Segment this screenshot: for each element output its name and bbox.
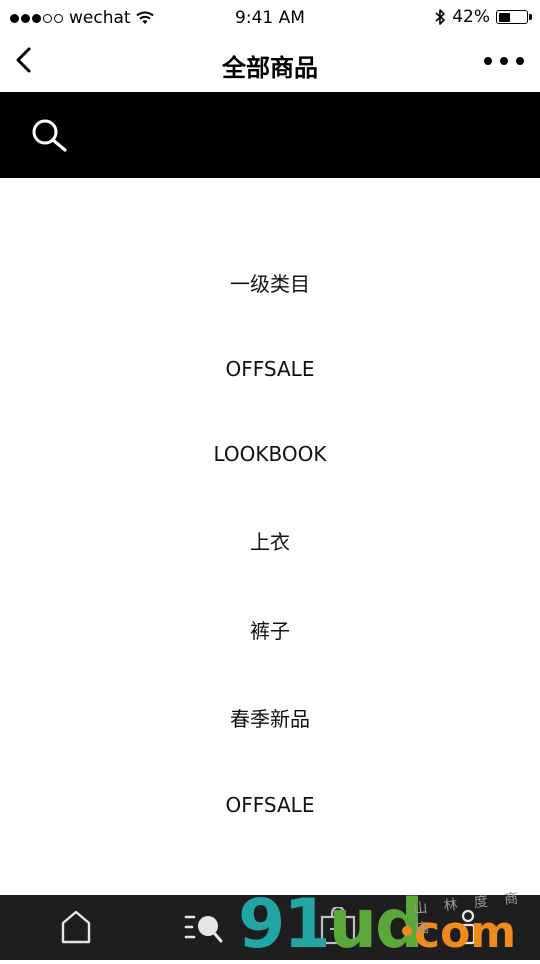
status-bar: wechat 9:41 AM 42% (0, 0, 540, 36)
tab-home[interactable] (54, 907, 98, 947)
category-search-icon (184, 915, 223, 943)
category-item-first-level[interactable]: 一级类目 (0, 264, 540, 304)
category-item-offsale[interactable]: OFFSALE (0, 349, 540, 389)
more-dot (484, 57, 492, 65)
status-right: 42% (435, 7, 532, 27)
user-icon (460, 909, 476, 945)
tab-user[interactable] (446, 907, 490, 947)
search-icon[interactable] (30, 118, 70, 154)
tab-category-search[interactable] (180, 907, 224, 947)
shopping-bag-icon (320, 905, 356, 945)
category-item-offsale-2[interactable]: OFFSALE (0, 785, 540, 825)
more-dot (516, 57, 524, 65)
bluetooth-icon (435, 9, 446, 25)
battery-percent: 42% (452, 7, 490, 27)
more-dot (500, 57, 508, 65)
search-bar[interactable] (0, 92, 540, 178)
tab-bar (0, 895, 540, 960)
tab-shopping-bag[interactable] (316, 905, 360, 947)
navigation-bar: 全部商品 (0, 36, 540, 92)
category-item-tops[interactable]: 上衣 (0, 522, 540, 562)
category-item-pants[interactable]: 裤子 (0, 611, 540, 651)
home-icon (61, 910, 91, 944)
more-button[interactable] (484, 48, 524, 74)
battery-icon (496, 10, 532, 24)
category-item-lookbook[interactable]: LOOKBOOK (0, 434, 540, 474)
page-title: 全部商品 (222, 54, 318, 82)
category-item-spring-new[interactable]: 春季新品 (0, 699, 540, 739)
